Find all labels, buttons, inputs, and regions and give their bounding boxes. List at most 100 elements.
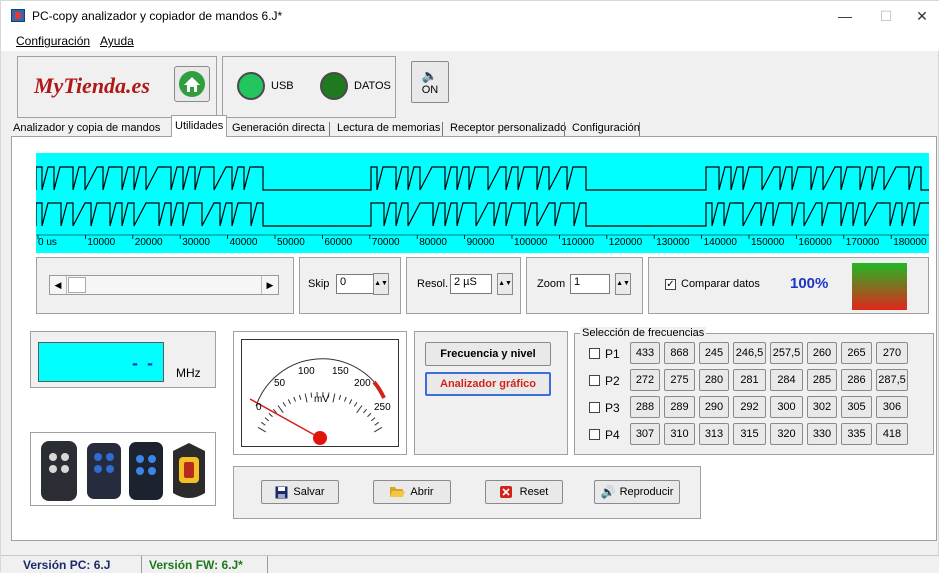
gauge-tick	[283, 402, 286, 406]
resol-panel: Resol. 2 µS ▲▼	[406, 257, 521, 314]
brand-panel: MyTienda.es	[17, 56, 217, 118]
frequency-button[interactable]: 292	[733, 396, 766, 418]
gauge-tick	[363, 409, 366, 413]
frequency-row-checkbox[interactable]	[589, 375, 600, 386]
frequency-button[interactable]: 275	[664, 369, 695, 391]
frequency-button[interactable]: 290	[699, 396, 729, 418]
menu-ayuda[interactable]: Ayuda	[100, 34, 134, 48]
skip-spinner[interactable]: ▲▼	[373, 273, 389, 295]
gauge-tick	[333, 394, 335, 403]
skip-label: Skip	[308, 278, 329, 290]
resol-input[interactable]: 2 µS	[450, 274, 492, 294]
frequency-button[interactable]: 265	[841, 342, 872, 364]
frequency-button[interactable]: 280	[699, 369, 729, 391]
open-button[interactable]: Abrir	[373, 480, 451, 504]
frequency-button[interactable]: 305	[841, 396, 872, 418]
tab-analizador[interactable]: Analizador y copia de mandos	[13, 119, 160, 137]
menu-configuracion[interactable]: Configuración	[16, 34, 90, 48]
frequency-button[interactable]: 320	[770, 423, 803, 445]
frequency-button[interactable]: 281	[733, 369, 766, 391]
sound-label: ON	[422, 84, 439, 96]
frequency-button[interactable]: 289	[664, 396, 695, 418]
frequency-button[interactable]: 300	[770, 396, 803, 418]
gauge-tick	[269, 413, 273, 417]
gauge-label-200: 200	[354, 378, 371, 389]
frequency-button[interactable]: 257,5	[770, 342, 803, 364]
maximize-button[interactable]: ☐	[863, 1, 909, 31]
gauge-label-0: 0	[256, 402, 262, 413]
reset-button[interactable]: Reset	[485, 480, 563, 504]
frequency-button[interactable]: 335	[841, 423, 872, 445]
tab-divider	[639, 122, 640, 136]
frequency-button[interactable]: 306	[876, 396, 908, 418]
sound-toggle-button[interactable]: 🔈 ON	[411, 61, 449, 103]
frequency-button[interactable]: 246,5	[733, 342, 766, 364]
frequency-button[interactable]: 260	[807, 342, 837, 364]
frequency-button[interactable]: 284	[770, 369, 803, 391]
actions-panel: Salvar Abrir Reset 🔊 Reproducir	[233, 466, 701, 519]
frequency-button[interactable]: 315	[733, 423, 766, 445]
scroll-panel: ◀ ▶	[36, 257, 294, 314]
frequency-button[interactable]: 330	[807, 423, 837, 445]
frequency-button[interactable]: 287,5	[876, 369, 908, 391]
frequency-button[interactable]: 288	[630, 396, 660, 418]
frequency-button[interactable]: 272	[630, 369, 660, 391]
axis-tick-label: 120000	[609, 237, 642, 248]
tab-configuracion[interactable]: Configuración	[572, 119, 640, 137]
minimize-button[interactable]: —	[822, 1, 868, 31]
level-gauge-panel: 0 50 100 150 200 250 mV	[233, 331, 407, 455]
axis-tick-label: 60000	[324, 237, 352, 248]
frequency-button[interactable]: 286	[841, 369, 872, 391]
remote-controls-icon	[31, 433, 215, 505]
frequency-row-label: P1	[605, 347, 620, 361]
compare-panel: ✓ Comparar datos 100%	[648, 257, 929, 314]
frequency-button[interactable]: 245	[699, 342, 729, 364]
frequency-button[interactable]: 868	[664, 342, 695, 364]
status-divider	[141, 556, 142, 573]
play-button[interactable]: 🔊 Reproducir	[594, 480, 680, 504]
tab-divider	[329, 122, 330, 136]
frequency-button[interactable]: 285	[807, 369, 837, 391]
frequency-button[interactable]: 433	[630, 342, 660, 364]
home-button[interactable]	[174, 66, 210, 102]
save-icon	[275, 486, 288, 499]
pc-version: Versión PC: 6.J	[23, 558, 110, 572]
axis-tick-label: 180000	[893, 237, 926, 248]
gauge-svg	[242, 340, 398, 446]
frequency-selection-group: Selección de frecuencias P1433868245246,…	[574, 333, 934, 455]
close-button[interactable]: ✕	[904, 1, 939, 31]
frequency-button[interactable]: 270	[876, 342, 908, 364]
gauge-label-50: 50	[274, 378, 285, 389]
status-divider	[267, 556, 268, 573]
scroll-right-icon[interactable]: ▶	[261, 276, 278, 294]
frequency-button[interactable]: 418	[876, 423, 908, 445]
gauge-tick	[367, 413, 371, 417]
scroll-thumb[interactable]	[68, 277, 86, 293]
skip-input[interactable]: 0	[336, 274, 374, 294]
frequency-row-checkbox[interactable]	[589, 402, 600, 413]
frequency-level-button[interactable]: Frecuencia y nivel	[425, 342, 551, 366]
graph-analyzer-button[interactable]: Analizador gráfico	[425, 372, 551, 396]
gauge-tick	[305, 394, 307, 403]
scroll-left-icon[interactable]: ◀	[50, 276, 67, 294]
frequency-button[interactable]: 302	[807, 396, 837, 418]
frequency-button[interactable]: 313	[699, 423, 729, 445]
tab-utilidades[interactable]: Utilidades	[171, 115, 227, 137]
speaker-icon: 🔈	[422, 68, 438, 84]
frequency-row-checkbox[interactable]	[589, 348, 600, 359]
play-label: Reproducir	[620, 486, 674, 498]
tab-generacion[interactable]: Generación directa	[232, 119, 325, 137]
frequency-row-checkbox[interactable]	[589, 429, 600, 440]
frequency-button[interactable]: 310	[664, 423, 695, 445]
zoom-spinner[interactable]: ▲▼	[615, 273, 631, 295]
tab-lectura[interactable]: Lectura de memorias	[337, 119, 440, 137]
zoom-input[interactable]: 1	[570, 274, 610, 294]
compare-checkbox[interactable]: ✓	[665, 279, 676, 290]
axis-tick-label: 100000	[514, 237, 547, 248]
horizontal-scrollbar[interactable]: ◀ ▶	[49, 275, 279, 295]
frequency-button[interactable]: 307	[630, 423, 660, 445]
save-button[interactable]: Salvar	[261, 480, 339, 504]
tab-receptor[interactable]: Receptor personalizado	[450, 119, 566, 137]
axis-tick-label: 10000	[87, 237, 115, 248]
resol-spinner[interactable]: ▲▼	[497, 273, 513, 295]
